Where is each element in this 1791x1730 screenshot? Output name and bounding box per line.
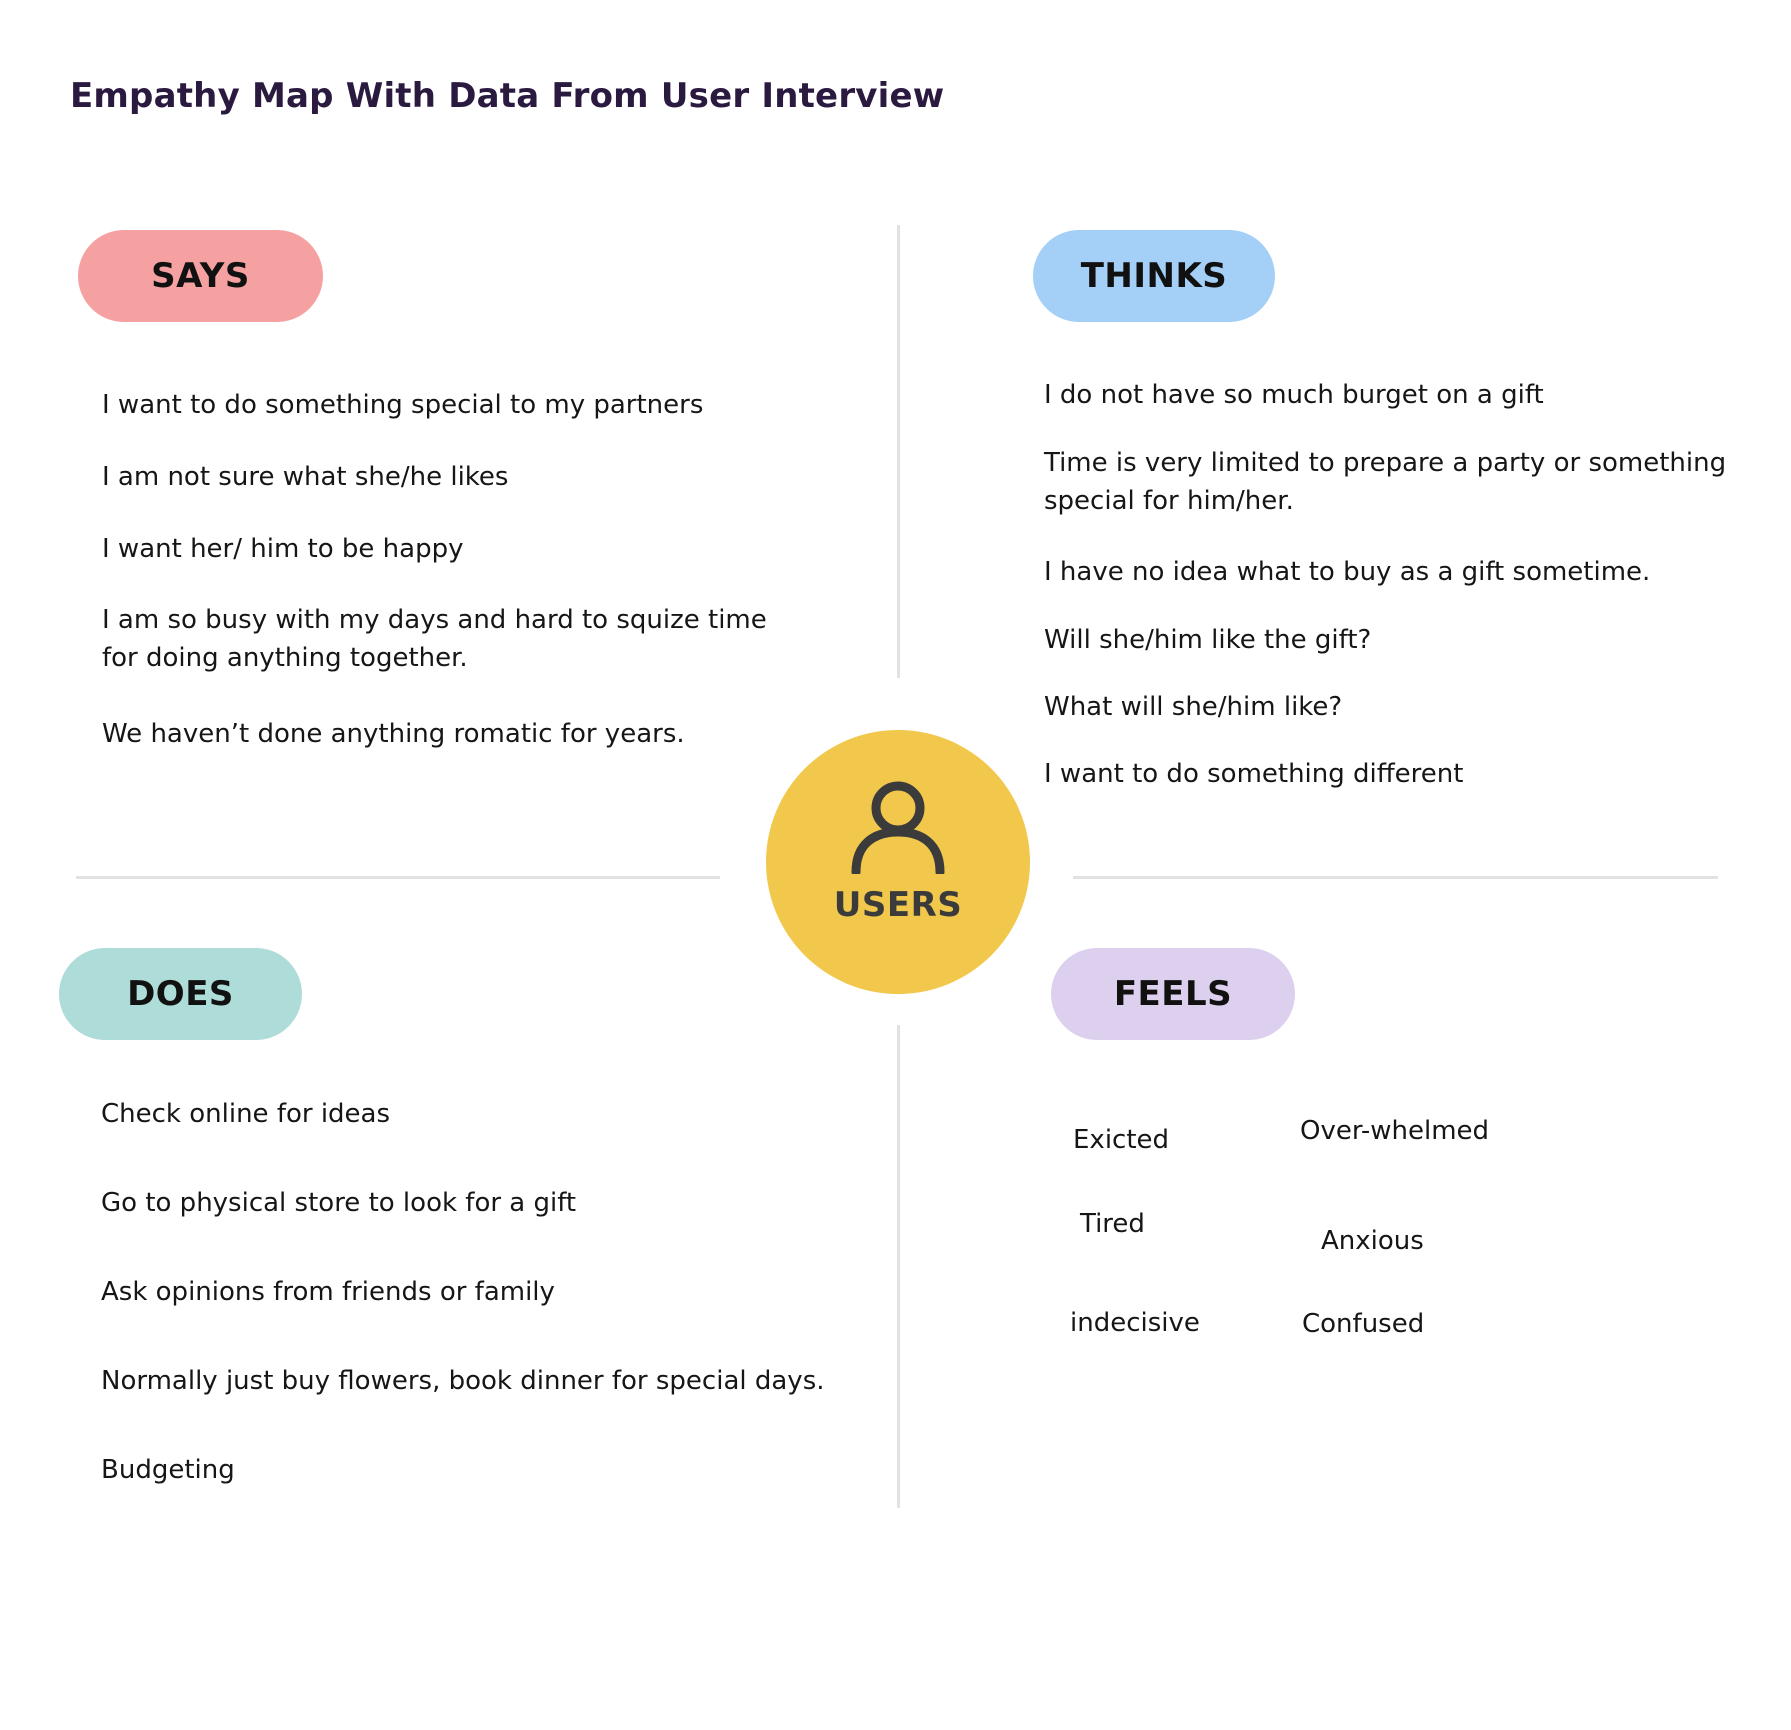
feels-item: Exicted — [1073, 1125, 1170, 1155]
feels-item: Confused — [1302, 1309, 1425, 1339]
thinks-item: What will she/him like? — [1044, 692, 1343, 722]
thinks-item: Will she/him like the gift? — [1044, 625, 1372, 655]
divider-right — [1073, 876, 1718, 879]
says-label: SAYS — [78, 230, 323, 322]
feels-item: indecisive — [1070, 1308, 1200, 1338]
does-item: Ask opinions from friends or family — [101, 1277, 555, 1307]
says-item: I am so busy with my days and hard to sq… — [102, 605, 767, 635]
says-item: for doing anything together. — [102, 643, 468, 673]
says-item: I want to do something special to my par… — [102, 390, 704, 420]
thinks-item: I want to do something different — [1044, 759, 1464, 789]
thinks-item: special for him/her. — [1044, 486, 1294, 516]
thinks-item: I have no idea what to buy as a gift som… — [1044, 557, 1651, 587]
does-label: DOES — [59, 948, 302, 1040]
does-item: Normally just buy flowers, book dinner f… — [101, 1366, 825, 1396]
divider-left — [76, 876, 720, 879]
user-icon — [851, 781, 945, 874]
divider-top — [897, 225, 900, 678]
page-title: Empathy Map With Data From User Intervie… — [70, 76, 945, 116]
does-item: Budgeting — [101, 1455, 235, 1485]
users-label: USERS — [833, 885, 963, 925]
feels-item: Anxious — [1321, 1226, 1424, 1256]
divider-bottom — [897, 1025, 900, 1508]
says-item: I am not sure what she/he likes — [102, 462, 509, 492]
does-item: Go to physical store to look for a gift — [101, 1188, 577, 1218]
says-item: I want her/ him to be happy — [102, 534, 464, 564]
says-item: We haven’t done anything romatic for yea… — [102, 719, 685, 749]
thinks-item: I do not have so much burget on a gift — [1044, 380, 1544, 410]
feels-item: Over-whelmed — [1300, 1116, 1490, 1146]
feels-item: Tired — [1080, 1209, 1145, 1239]
thinks-item: Time is very limited to prepare a party … — [1044, 448, 1727, 478]
thinks-label: THINKS — [1033, 230, 1275, 322]
does-item: Check online for ideas — [101, 1099, 391, 1129]
feels-label: FEELS — [1051, 948, 1295, 1040]
